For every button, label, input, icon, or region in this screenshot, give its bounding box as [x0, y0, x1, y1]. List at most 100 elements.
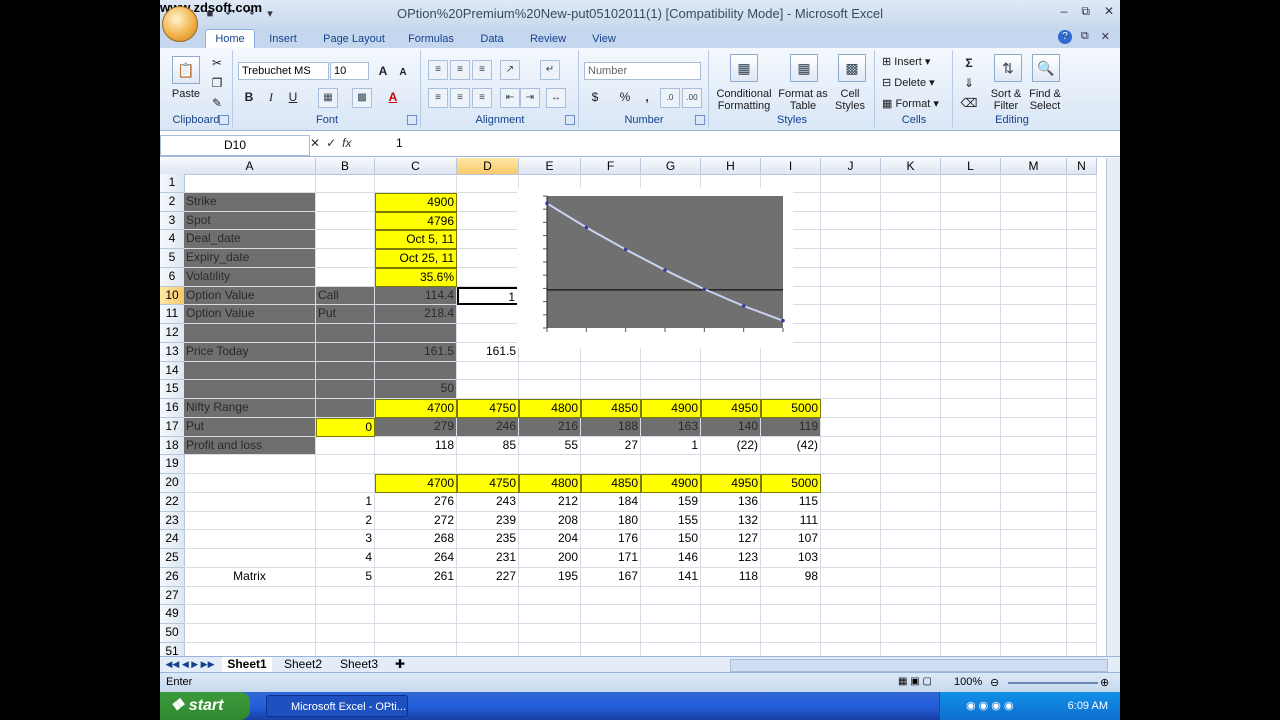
cell-C1[interactable] [375, 174, 457, 193]
cell-D11[interactable] [457, 305, 519, 324]
cell-H22[interactable]: 136 [701, 492, 761, 512]
cell-K23[interactable] [881, 511, 941, 531]
cell-B13[interactable] [316, 342, 375, 362]
cell-M1[interactable] [1001, 174, 1067, 193]
cell-E20[interactable]: 4800 [519, 474, 581, 493]
cell-G24[interactable]: 150 [641, 530, 701, 549]
cell-C24[interactable]: 268 [375, 530, 457, 549]
workbook-minimize-button[interactable]: – [1063, 30, 1069, 43]
borders-icon[interactable]: ▦ [318, 88, 338, 108]
row-header[interactable]: 14 [160, 361, 185, 381]
cell-A1[interactable] [184, 174, 316, 193]
cell-D17[interactable]: 246 [457, 417, 519, 437]
fill-color-icon[interactable]: ▩ [352, 88, 372, 108]
cell-M11[interactable] [1001, 305, 1067, 324]
cell-K49[interactable] [881, 605, 941, 624]
cell-K24[interactable] [881, 530, 941, 549]
percent-button[interactable]: % [616, 88, 634, 106]
row-header[interactable]: 16 [160, 399, 185, 418]
cell-K14[interactable] [881, 361, 941, 381]
cell-K16[interactable] [881, 399, 941, 418]
cell-L50[interactable] [941, 624, 1001, 643]
font-color-icon[interactable]: A [384, 88, 402, 106]
cell-K26[interactable] [881, 567, 941, 587]
cell-J23[interactable] [821, 511, 881, 531]
cell-D25[interactable]: 231 [457, 549, 519, 568]
cell-G15[interactable] [641, 380, 701, 399]
cell-G17[interactable]: 163 [641, 417, 701, 437]
cell-I17[interactable]: 119 [761, 417, 821, 437]
cell-E24[interactable]: 204 [519, 530, 581, 549]
copy-icon[interactable]: ❐ [208, 74, 226, 92]
cell-F23[interactable]: 180 [581, 511, 641, 531]
cell-J16[interactable] [821, 399, 881, 418]
format-as-table-icon[interactable]: ▦ [790, 54, 818, 82]
cell-C27[interactable] [375, 586, 457, 606]
cell-K17[interactable] [881, 417, 941, 437]
cell-B27[interactable] [316, 586, 375, 606]
cell-J18[interactable] [821, 436, 881, 456]
cell-E19[interactable] [519, 455, 581, 474]
cell-I49[interactable] [761, 605, 821, 624]
underline-button[interactable]: U [284, 88, 302, 106]
cell-H14[interactable] [701, 361, 761, 381]
cell-D22[interactable]: 243 [457, 492, 519, 512]
cell-M20[interactable] [1001, 474, 1067, 493]
taskbar-excel-item[interactable]: Microsoft Excel - OPti... [266, 695, 408, 717]
cell-F20[interactable]: 4850 [581, 474, 641, 493]
cell-H27[interactable] [701, 586, 761, 606]
row-header[interactable]: 24 [160, 530, 185, 549]
cell-A25[interactable] [184, 549, 316, 568]
cell-N6[interactable] [1067, 267, 1097, 287]
row-header[interactable]: 15 [160, 380, 185, 399]
cell-N24[interactable] [1067, 530, 1097, 549]
wrap-text-icon[interactable]: ↵ [540, 60, 560, 80]
cell-J49[interactable] [821, 605, 881, 624]
cell-I26[interactable]: 98 [761, 567, 821, 587]
cell-N3[interactable] [1067, 211, 1097, 231]
cell-N26[interactable] [1067, 567, 1097, 587]
new-sheet-icon[interactable]: ✚ [390, 657, 410, 672]
cell-D27[interactable] [457, 586, 519, 606]
column-header[interactable]: J [821, 158, 881, 175]
cell-N5[interactable] [1067, 249, 1097, 268]
sheet-tab-3[interactable]: Sheet3 [334, 657, 384, 672]
cell-F14[interactable] [581, 361, 641, 381]
cell-H49[interactable] [701, 605, 761, 624]
cell-F17[interactable]: 188 [581, 417, 641, 437]
cell-N19[interactable] [1067, 455, 1097, 474]
cell-I23[interactable]: 111 [761, 511, 821, 531]
cell-B24[interactable]: 3 [316, 530, 375, 549]
cell-B14[interactable] [316, 361, 375, 381]
cell-F19[interactable] [581, 455, 641, 474]
cell-C16[interactable]: 4700 [375, 399, 457, 418]
minimize-button[interactable]: – [1061, 4, 1068, 19]
cell-M13[interactable] [1001, 342, 1067, 362]
row-header[interactable]: 19 [160, 455, 185, 474]
cell-K2[interactable] [881, 192, 941, 212]
cell-B50[interactable] [316, 624, 375, 643]
cell-N13[interactable] [1067, 342, 1097, 362]
row-header[interactable]: 49 [160, 605, 185, 624]
cell-J4[interactable] [821, 230, 881, 249]
cell-C10[interactable]: 114.4 [375, 286, 457, 306]
cell-D23[interactable]: 239 [457, 511, 519, 531]
cell-I22[interactable]: 115 [761, 492, 821, 512]
increase-decimal-icon[interactable]: .0 [660, 88, 680, 108]
tab-formulas[interactable]: Formulas [402, 31, 460, 48]
cell-N23[interactable] [1067, 511, 1097, 531]
cell-N22[interactable] [1067, 492, 1097, 512]
cell-L23[interactable] [941, 511, 1001, 531]
cell-J14[interactable] [821, 361, 881, 381]
cell-B22[interactable]: 1 [316, 492, 375, 512]
sheet-tab-2[interactable]: Sheet2 [278, 657, 328, 672]
cell-M2[interactable] [1001, 192, 1067, 212]
cell-C14[interactable] [375, 361, 457, 381]
cell-K50[interactable] [881, 624, 941, 643]
cell-L24[interactable] [941, 530, 1001, 549]
cell-B19[interactable] [316, 455, 375, 474]
cell-B1[interactable] [316, 174, 375, 193]
cell-M5[interactable] [1001, 249, 1067, 268]
cell-M50[interactable] [1001, 624, 1067, 643]
cell-K11[interactable] [881, 305, 941, 324]
